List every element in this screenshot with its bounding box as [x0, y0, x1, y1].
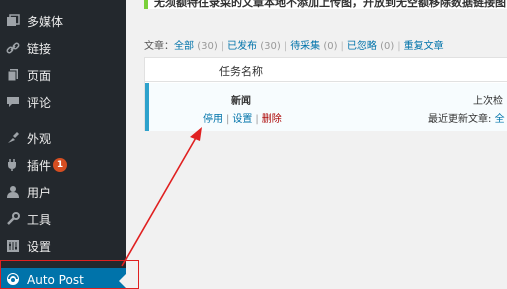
settings-icon	[6, 239, 20, 253]
filter-ignored-link[interactable]: 已忽略	[347, 41, 377, 52]
sidebar-item-label: 用户	[27, 185, 52, 200]
filters-prefix: 文章：	[144, 41, 174, 52]
settings-link[interactable]: 设置	[232, 114, 252, 125]
sidebar-item-appearance[interactable]: 外观	[0, 125, 126, 151]
column-header-task-name[interactable]: 任务名称	[219, 63, 263, 79]
sidebar-item-settings[interactable]: 设置	[0, 233, 126, 259]
tools-icon	[6, 212, 20, 226]
filter-pending-count: (0)	[323, 41, 338, 52]
sidebar-item-label: 多媒体	[27, 14, 64, 29]
filter-all-link[interactable]: 全部	[174, 41, 194, 52]
appearance-icon	[6, 131, 20, 145]
row-actions: 停用 | 设置 | 删除	[203, 110, 282, 125]
post-status-filters: 文章：全部 (30) | 已发布 (30) | 待采集 (0) | 已忽略 (0) | 重复文章	[144, 37, 444, 52]
annotation-highlight-box	[0, 260, 139, 289]
delete-link[interactable]: 删除	[262, 114, 282, 125]
filter-published-count: (30)	[260, 41, 281, 52]
admin-sidebar: 多媒体 链接 页面 评论 外观 插件 1 用户 工具 设置 Auto Post	[0, 0, 126, 289]
disable-link[interactable]: 停用	[203, 114, 223, 125]
page-icon	[6, 68, 20, 82]
divider: |	[283, 41, 288, 52]
filter-published-link[interactable]: 已发布	[227, 41, 257, 52]
wp-admin-screen: 多媒体 链接 页面 评论 外观 插件 1 用户 工具 设置 Auto Post …	[0, 0, 507, 289]
divider: |	[255, 114, 259, 125]
tasks-table: 任务名称 新闻 停用 | 设置 | 删除 上次检 最近更新文章: 全	[144, 57, 507, 131]
sidebar-item-comments[interactable]: 评论	[0, 89, 126, 115]
user-icon	[6, 185, 20, 199]
last-updated-value[interactable]: 全	[495, 114, 505, 125]
sidebar-item-media[interactable]: 多媒体	[0, 8, 126, 34]
notice-text: 无须额特往录菜的文章本地不添加上传图，开放到无空额移除数据链接图	[154, 0, 506, 9]
table-header: 任务名称	[145, 58, 507, 82]
divider: |	[397, 41, 401, 52]
sidebar-item-label: 设置	[27, 239, 52, 254]
sidebar-item-label: 外观	[27, 131, 52, 146]
last-updated-label: 最近更新文章:	[428, 114, 492, 125]
media-icon	[6, 14, 20, 28]
table-row: 新闻 停用 | 设置 | 删除 上次检 最近更新文章: 全	[145, 83, 507, 131]
filter-duplicate-link[interactable]: 重复文章	[404, 41, 444, 52]
task-name: 新闻	[231, 96, 251, 107]
divider: |	[226, 114, 230, 125]
filter-ignored-count: (0)	[380, 41, 395, 52]
filter-all-count: (30)	[197, 41, 218, 52]
divider: |	[220, 41, 225, 52]
sidebar-item-label: 插件	[27, 158, 52, 173]
sidebar-item-label: 工具	[27, 212, 52, 227]
main-content: 无须额特往录菜的文章本地不添加上传图，开放到无空额移除数据链接图 文章：全部 (…	[126, 0, 507, 289]
comment-icon	[6, 95, 20, 109]
sidebar-item-users[interactable]: 用户	[0, 179, 126, 205]
last-updated-info: 最近更新文章: 全	[428, 110, 505, 125]
plugin-icon	[6, 158, 20, 172]
sidebar-item-links[interactable]: 链接	[0, 35, 126, 61]
sidebar-item-plugins[interactable]: 插件 1	[0, 152, 126, 178]
filter-pending-link[interactable]: 待采集	[290, 41, 320, 52]
admin-notice: 无须额特往录菜的文章本地不添加上传图，开放到无空额移除数据链接图	[144, 0, 507, 9]
sidebar-item-label: 评论	[27, 95, 52, 110]
sidebar-item-label: 页面	[27, 68, 52, 83]
sidebar-item-pages[interactable]: 页面	[0, 62, 126, 88]
update-count-badge: 1	[53, 158, 67, 172]
divider: |	[340, 41, 344, 52]
sidebar-item-label: 链接	[27, 41, 52, 56]
sidebar-item-tools[interactable]: 工具	[0, 206, 126, 232]
link-icon	[6, 41, 20, 55]
last-check-label: 上次检	[473, 96, 503, 107]
